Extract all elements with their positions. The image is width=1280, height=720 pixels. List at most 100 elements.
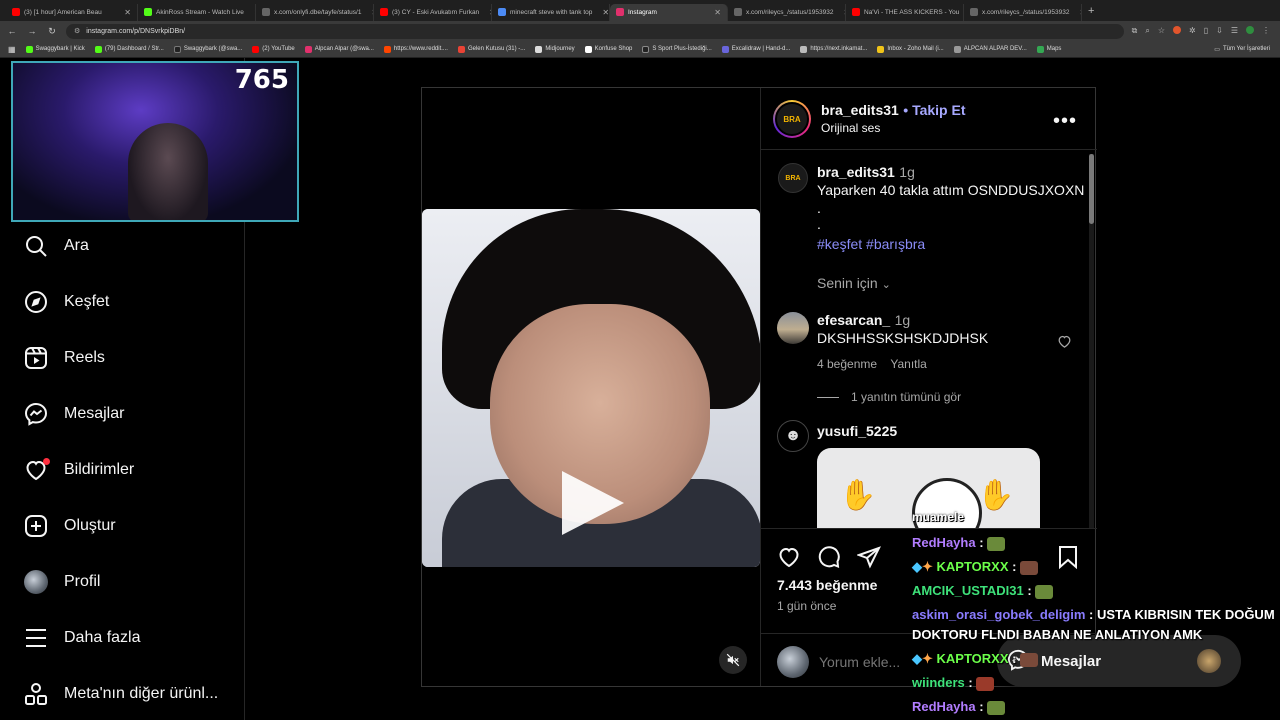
sidebar-item-notifications[interactable]: Bildirimler <box>24 458 134 482</box>
bookmark-item[interactable]: S Sport Plus-İstediği... <box>642 45 712 53</box>
folder-icon: ▭ <box>1214 46 1220 53</box>
profile-icon[interactable] <box>1246 26 1254 34</box>
save-bookmark-icon[interactable] <box>1057 545 1079 569</box>
browser-tab[interactable]: AkinRoss Stream - Watch Live✕ <box>138 3 256 21</box>
bookmark-item[interactable]: Maps <box>1036 45 1061 53</box>
mute-toggle-button[interactable] <box>719 646 747 674</box>
author-username[interactable]: bra_edits31 <box>821 102 899 118</box>
share-send-icon[interactable] <box>857 545 881 569</box>
close-tab-icon[interactable]: ✕ <box>483 8 491 17</box>
close-tab-icon[interactable]: ✕ <box>248 8 255 17</box>
sidebar-icon[interactable]: ▯ <box>1204 26 1208 36</box>
comments-scrollbar[interactable] <box>1089 154 1094 528</box>
browser-tab[interactable]: (3) CY - Eski Avukatım Furkan✕ <box>374 3 492 21</box>
reel-video[interactable] <box>422 88 760 686</box>
commenter-avatar[interactable] <box>777 312 809 344</box>
sidebar-item-meta-apps[interactable]: Meta'nın diğer ürünl... <box>24 682 218 706</box>
bookmark-item[interactable]: Midjourney <box>535 45 575 53</box>
site-info-icon[interactable]: ⚙ <box>74 27 80 35</box>
sidebar-item-messages[interactable]: Mesajlar <box>24 402 124 426</box>
forward-arrow-icon[interactable]: → <box>26 26 38 36</box>
commenter-avatar[interactable]: ☻ <box>777 420 809 452</box>
browser-tab[interactable]: x.com/rileycs_/status/1953932✕ <box>728 3 846 21</box>
bookmark-star-icon[interactable]: ☆ <box>1158 26 1165 36</box>
bookmark-item[interactable]: https://next.inkamat... <box>800 45 867 53</box>
browser-tab[interactable]: (3) [1 hour] American Beau ✕ <box>6 3 138 21</box>
reload-icon[interactable]: ↻ <box>46 26 58 37</box>
scrollbar-thumb[interactable] <box>1089 154 1094 224</box>
bookmark-item[interactable]: (2) YouTube <box>252 45 295 53</box>
x-favicon-icon <box>734 8 742 16</box>
close-tab-icon[interactable]: ✕ <box>365 8 373 17</box>
follow-button[interactable]: • Takip Et <box>903 102 965 118</box>
caption-username[interactable]: bra_edits31 <box>817 164 895 180</box>
bookmark-item[interactable]: Swaggybark | Kick <box>25 45 85 53</box>
sidebar-item-reels[interactable]: Reels <box>24 346 105 370</box>
video-frame[interactable] <box>422 209 760 567</box>
list-icon[interactable]: ☰ <box>1231 26 1238 36</box>
bookmark-item[interactable]: Swaggybark (@swa... <box>173 45 242 53</box>
bookmark-item[interactable]: ALPCAN ALPAR DEV... <box>953 45 1027 53</box>
close-tab-icon[interactable]: ✕ <box>1073 8 1081 17</box>
caption-avatar[interactable]: BRA <box>778 163 808 193</box>
author-avatar[interactable]: BRA <box>773 100 811 138</box>
extension-icon[interactable] <box>1173 26 1182 34</box>
play-icon[interactable] <box>562 471 624 535</box>
view-replies-label: 1 yanıtın tümünü gör <box>851 390 962 404</box>
browser-tab-active[interactable]: Instagram ✕ <box>610 3 728 21</box>
comment-like-heart-icon[interactable] <box>1057 334 1072 349</box>
sidebar-item-more[interactable]: Daha fazla <box>24 626 141 650</box>
sidebar-item-create[interactable]: Oluştur <box>24 514 116 538</box>
sidebar-item-profile[interactable]: Profil <box>24 570 100 594</box>
compass-icon <box>25 291 47 313</box>
caption-hashtags[interactable]: #keşfet #barışbra <box>817 236 925 252</box>
bookmark-item[interactable]: Inbox - Zoho Mail (i... <box>877 45 944 53</box>
all-bookmarks-button[interactable]: ▭ Tüm Yer İşaretleri <box>1214 46 1280 53</box>
install-app-icon[interactable]: ⧉ <box>1132 26 1138 36</box>
bookmark-item[interactable]: Konfuse Shop <box>584 45 632 53</box>
browser-tab[interactable]: Na'Vi - THE ASS KICKERS - You✕ <box>846 3 964 21</box>
translation-dropdown[interactable]: Senin için ⌄ <box>817 275 891 291</box>
sticker-hand-right: ✋ <box>977 479 1015 512</box>
sidebar-item-explore[interactable]: Keşfet <box>24 290 109 314</box>
bookmark-item[interactable]: (79) Dashboard / Str... <box>94 45 164 53</box>
like-count[interactable]: 7.443 beğenme <box>777 577 877 593</box>
chat-text: DOKTORU FLNDI BABAN NE ANLATIYON AMK <box>912 627 1203 642</box>
comment-username[interactable]: yusufi_5225 <box>817 423 897 439</box>
bookmark-item[interactable]: Gelen Kutusu (31) -... <box>457 45 525 53</box>
chat-separator: : <box>975 699 988 714</box>
bookmarks-bar: ▦ Swaggybark | Kick (79) Dashboard / Str… <box>0 41 1280 58</box>
browser-tab[interactable]: x.com/rileycs_/status/1953932✕ <box>964 3 1082 21</box>
comment-header: efesarcan_ 1g <box>817 312 910 330</box>
bookmark-item[interactable]: Alpcan Alpar (@swa... <box>304 45 374 53</box>
browser-tab[interactable]: minecraft steve with tank top ✕ <box>492 3 610 21</box>
comment-likes[interactable]: 4 beğenme <box>817 357 877 371</box>
close-tab-icon[interactable]: ✕ <box>708 8 721 17</box>
messages-pill-label: Mesajlar <box>1041 653 1102 670</box>
sidebar-item-search[interactable]: Ara <box>24 234 89 258</box>
downloads-icon[interactable]: ⇩ <box>1216 26 1223 36</box>
apps-grid-icon[interactable]: ▦ <box>8 45 16 54</box>
like-heart-icon[interactable] <box>777 545 801 569</box>
url-bar[interactable]: ⚙ instagram.com/p/DNSvrkpiDBn/ <box>66 23 1124 39</box>
view-replies-button[interactable]: 1 yanıtın tümünü gör <box>817 390 961 404</box>
more-options-icon[interactable]: ••• <box>1053 110 1077 133</box>
extensions-puzzle-icon[interactable]: ✲ <box>1189 26 1196 36</box>
comment-bubble-icon[interactable] <box>817 545 841 569</box>
new-tab-button[interactable]: + <box>1082 5 1094 17</box>
close-tab-icon[interactable]: ✕ <box>837 8 845 17</box>
chrome-menu-icon[interactable]: ⋮ <box>1262 26 1270 36</box>
audio-label[interactable]: Orijinal ses <box>821 121 880 135</box>
bookmark-item[interactable]: https://www.reddit.... <box>383 45 448 53</box>
comment-username[interactable]: efesarcan_ <box>817 312 890 328</box>
reply-button[interactable]: Yanıtla <box>890 357 926 371</box>
caption-text: Yaparken 40 takla attım OSNDDUSJXOXN <box>817 182 1085 198</box>
back-arrow-icon[interactable]: ← <box>6 26 18 36</box>
close-tab-icon[interactable]: ✕ <box>596 8 609 17</box>
bookmark-item[interactable]: Excalidraw | Hand-d... <box>721 45 790 53</box>
browser-tab[interactable]: x.com/onlyfi.dbe/tayfe/status/1✕ <box>256 3 374 21</box>
chat-username: askim_orasi_gobek_deligim <box>912 607 1086 622</box>
comment-sticker-image[interactable]: ✋ ✋ muamele <box>817 448 1040 528</box>
zoom-icon[interactable]: ⌕ <box>1145 26 1149 36</box>
close-tab-icon[interactable]: ✕ <box>118 8 131 17</box>
